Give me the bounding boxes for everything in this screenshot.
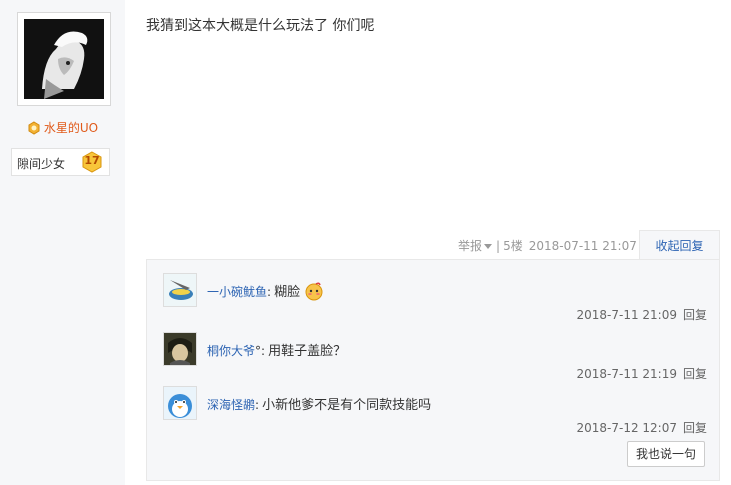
chevron-down-icon[interactable] — [484, 244, 493, 249]
meta-divider: | — [496, 239, 501, 253]
penguin-avatar-image — [164, 387, 196, 419]
reply-item: 桐你大爷°: 用鞋子盖脸？ 2018-7-11 21:19 回复 — [163, 332, 707, 384]
floor-number: 5楼 — [503, 239, 523, 253]
badge-level-number: 17 — [84, 154, 100, 167]
reply-link[interactable]: 回复 — [683, 367, 707, 381]
blush-emoji-icon — [305, 282, 323, 301]
author-avatar[interactable] — [17, 12, 111, 106]
reply-text: 小新他爹不是有个同款技能吗 — [262, 398, 432, 413]
collapse-replies-button[interactable]: 收起回复 — [639, 230, 720, 260]
reply-meta: 2018-7-12 12:07 回复 — [576, 419, 707, 436]
reply-item: 深海怪鹕: 小新他爹不是有个同款技能吗 2018-7-12 12:07 回复 — [163, 386, 707, 438]
reply-username[interactable]: 深海怪鹕 — [207, 398, 255, 412]
avatar-image — [24, 19, 104, 99]
reply-username[interactable]: 桐你大爷 — [207, 344, 255, 358]
author-name-line: 水星的UO — [0, 119, 125, 136]
member-level-icon — [28, 121, 40, 135]
post-meta: 举报 | 5楼 2018-07-11 21:07 — [458, 237, 637, 254]
reply-avatar[interactable] — [163, 386, 197, 420]
reply-text-line: 桐你大爷°: 用鞋子盖脸？ — [207, 340, 346, 359]
reply-link[interactable]: 回复 — [683, 421, 707, 435]
add-reply-button[interactable]: 我也说一句 — [627, 441, 705, 467]
reply-separator: °: — [255, 344, 266, 358]
reply-text-line: 一小碗鱿鱼: 糊脸 — [207, 281, 324, 301]
reply-separator: : — [255, 398, 260, 412]
author-sidebar: 水星的UO 隙间少女 17 — [0, 0, 125, 485]
author-username[interactable]: 水星的UO — [44, 121, 98, 135]
squid-avatar-image — [164, 274, 196, 306]
reply-link[interactable]: 回复 — [683, 308, 707, 322]
reply-avatar[interactable] — [163, 273, 197, 307]
reply-time: 2018-7-12 12:07 — [576, 421, 677, 435]
reply-text: 糊脸 — [274, 285, 301, 300]
reply-meta: 2018-7-11 21:09 回复 — [576, 306, 707, 323]
reply-time: 2018-7-11 21:09 — [576, 308, 677, 322]
member-badge[interactable]: 隙间少女 17 — [11, 148, 110, 176]
reply-meta: 2018-7-11 21:19 回复 — [576, 365, 707, 382]
report-link[interactable]: 举报 — [458, 239, 482, 253]
anime-avatar-image — [164, 333, 196, 365]
post-content: 我猜到这本大概是什么玩法了 你们呢 — [146, 18, 375, 34]
reply-text: 用鞋子盖脸？ — [268, 344, 347, 359]
reply-separator: : — [267, 285, 272, 299]
reply-time: 2018-7-11 21:19 — [576, 367, 677, 381]
reply-avatar[interactable] — [163, 332, 197, 366]
reply-text-line: 深海怪鹕: 小新他爹不是有个同款技能吗 — [207, 394, 431, 413]
post-datetime: 2018-07-11 21:07 — [528, 239, 637, 253]
reply-item: 一小碗鱿鱼: 糊脸 2018-7-11 21:09 回复 — [163, 273, 707, 325]
reply-username[interactable]: 一小碗鱿鱼 — [207, 285, 267, 299]
badge-name: 隙间少女 — [17, 157, 66, 171]
